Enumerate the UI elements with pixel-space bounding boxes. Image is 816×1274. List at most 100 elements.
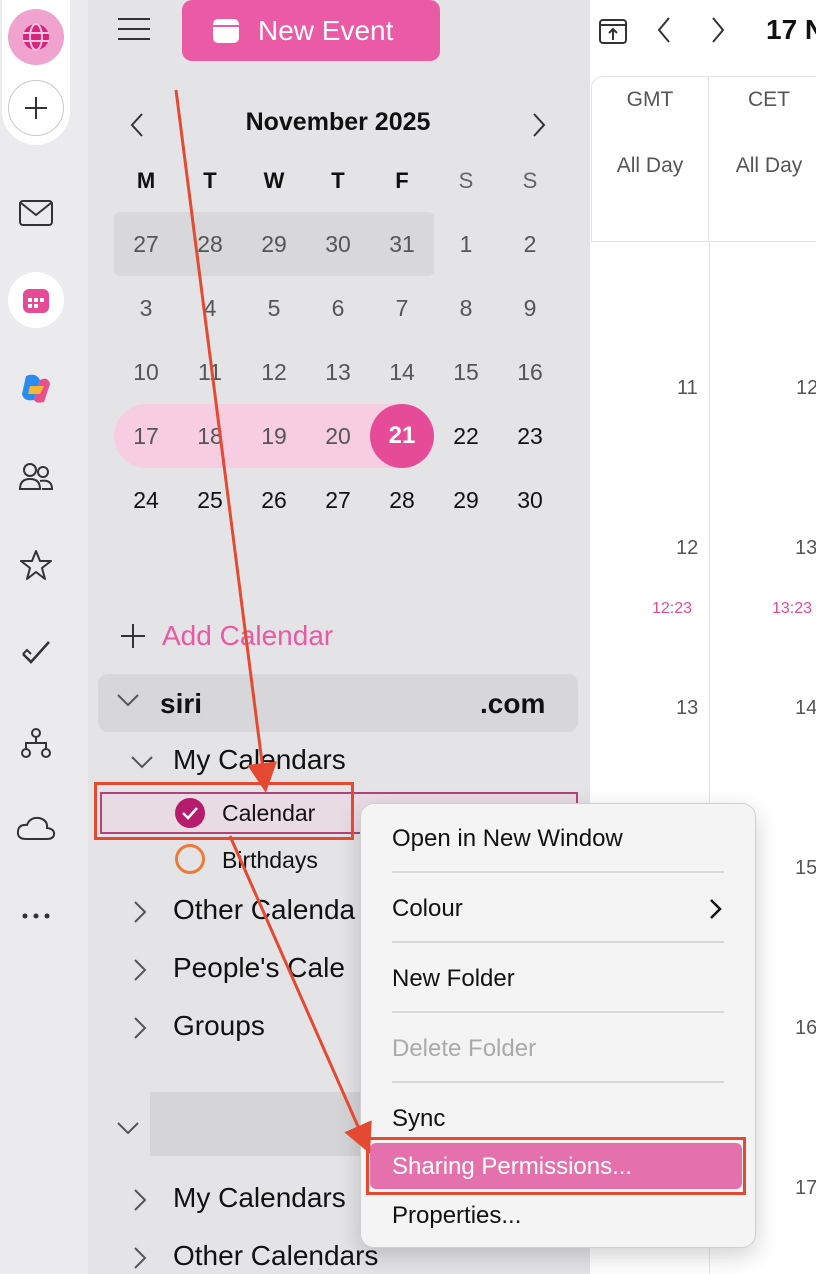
hour-label: 14 (795, 697, 816, 719)
mini-calendar-day[interactable]: 6 (313, 283, 363, 333)
mini-calendar-day[interactable]: 17 (121, 411, 171, 461)
mini-calendar-day[interactable]: 30 (505, 475, 555, 525)
chevron-right-icon[interactable] (132, 1016, 148, 1045)
mini-calendar-day[interactable]: 24 (121, 475, 171, 525)
mini-calendar-day[interactable]: 15 (441, 347, 491, 397)
add-account-icon[interactable] (8, 80, 64, 136)
mini-calendar-day[interactable]: 25 (185, 475, 235, 525)
current-time-label: 13:23 (772, 600, 813, 617)
menu-item-properties[interactable]: Properties... (392, 1202, 521, 1230)
plus-icon (121, 624, 145, 648)
new-event-button[interactable]: New Event (182, 0, 440, 61)
menu-item-delete-folder: Delete Folder (392, 1035, 537, 1062)
mail-icon[interactable] (8, 185, 64, 241)
all-day-label: All Day (616, 154, 684, 177)
mini-calendar-day[interactable]: 5 (249, 283, 299, 333)
menu-item-colour[interactable]: Colour (392, 895, 463, 923)
mini-calendar-month-title: November 2025 (245, 108, 431, 136)
hamburger-menu-icon[interactable] (116, 14, 152, 44)
mini-calendar-day[interactable]: 4 (185, 283, 235, 333)
submenu-chevron-icon (708, 898, 722, 925)
hour-label: 13 (676, 697, 699, 719)
chevron-right-icon[interactable] (132, 958, 148, 987)
my-calendars-group[interactable]: My Calendars (173, 744, 346, 776)
copilot-icon[interactable] (8, 360, 64, 416)
share-tray-icon[interactable] (598, 15, 628, 50)
chevron-right-icon[interactable] (132, 900, 148, 929)
chevron-down-icon[interactable] (116, 692, 140, 713)
chevron-right-icon[interactable] (132, 1246, 148, 1274)
mini-calendar-day[interactable]: 30 (313, 219, 363, 269)
chevron-down-icon[interactable] (130, 754, 154, 775)
menu-item-sync[interactable]: Sync (392, 1105, 445, 1133)
annotation-box-sharing (366, 1137, 746, 1195)
mini-calendar-day[interactable]: 28 (185, 219, 235, 269)
annotation-box-calendar (94, 782, 354, 840)
star-icon[interactable] (8, 537, 64, 593)
mini-calendar-day[interactable]: 23 (505, 411, 555, 461)
hour-label: 15 (795, 857, 816, 879)
mini-calendar-day[interactable]: 27 (121, 219, 171, 269)
birthdays-color-circle-icon[interactable] (175, 844, 205, 874)
mini-calendar-day[interactable]: 18 (185, 411, 235, 461)
weekday-label: T (331, 168, 345, 193)
mini-calendar-day[interactable]: 12 (249, 347, 299, 397)
weekday-label: W (263, 168, 285, 193)
hour-label: 12 (796, 377, 816, 399)
org-chart-icon[interactable] (8, 715, 64, 771)
mini-calendar-day[interactable]: 1 (441, 219, 491, 269)
weekday-label: S (522, 168, 538, 193)
chevron-right-icon[interactable] (132, 1188, 148, 1217)
new-event-icon (213, 18, 239, 43)
globe-icon[interactable] (8, 9, 64, 65)
mini-calendar-day[interactable]: 31 (377, 219, 427, 269)
hour-label: 12 (676, 537, 699, 559)
hour-label: 16 (795, 1017, 816, 1039)
add-calendar-label: Add Calendar (162, 620, 334, 651)
mini-calendar-day[interactable]: 13 (313, 347, 363, 397)
menu-item-new-folder[interactable]: New Folder (392, 965, 515, 993)
mini-calendar-day[interactable]: 3 (121, 283, 171, 333)
peoples-calendars-group[interactable]: People's Cale (173, 952, 345, 984)
mini-calendar-day[interactable]: 29 (441, 475, 491, 525)
todo-check-icon[interactable] (8, 624, 64, 680)
mini-calendar-day[interactable]: 2 (505, 219, 555, 269)
menu-separator (392, 941, 724, 943)
mini-calendar-today[interactable]: 21 (370, 404, 434, 468)
mini-calendar-day[interactable]: 19 (249, 411, 299, 461)
mini-calendar-day[interactable]: 29 (249, 219, 299, 269)
current-time-label: 12:23 (652, 600, 693, 617)
new-event-label: New Event (258, 14, 394, 46)
mini-calendar-day[interactable]: 27 (313, 475, 363, 525)
mini-calendar-day[interactable]: 11 (185, 347, 235, 397)
mini-calendar-day[interactable]: 10 (121, 347, 171, 397)
add-calendar-button[interactable]: Add Calendar (120, 618, 333, 654)
weekday-label: S (458, 168, 474, 193)
other-calendars-group[interactable]: Other Calenda (173, 894, 355, 926)
prev-month-icon[interactable] (122, 110, 152, 140)
menu-item-open-new-window[interactable]: Open in New Window (392, 825, 623, 853)
mini-calendar-day[interactable]: 8 (441, 283, 491, 333)
previous-period-icon[interactable] (656, 16, 672, 49)
birthdays-item-label[interactable]: Birthdays (222, 847, 318, 874)
mini-calendar-day[interactable]: 26 (249, 475, 299, 525)
groups-group[interactable]: Groups (173, 1010, 265, 1042)
other-calendars-group-2[interactable]: Other Calendars (173, 1240, 378, 1272)
menu-separator (392, 1011, 724, 1013)
account-header-redacted[interactable] (150, 1092, 360, 1156)
chevron-down-icon[interactable] (116, 1120, 140, 1141)
mini-calendar-day[interactable]: 9 (505, 283, 555, 333)
mini-calendar-day[interactable]: 7 (377, 283, 427, 333)
more-icon[interactable] (8, 888, 64, 944)
mini-calendar-day[interactable]: 28 (377, 475, 427, 525)
people-icon[interactable] (8, 448, 64, 504)
mini-calendar-day[interactable]: 22 (441, 411, 491, 461)
my-calendars-group-2[interactable]: My Calendars (173, 1182, 346, 1214)
mini-calendar-day[interactable]: 20 (313, 411, 363, 461)
cloud-icon[interactable] (8, 800, 64, 856)
next-month-icon[interactable] (524, 110, 554, 140)
mini-calendar-day[interactable]: 16 (505, 347, 555, 397)
mini-calendar-day[interactable]: 14 (377, 347, 427, 397)
next-period-icon[interactable] (710, 16, 726, 49)
calendar-icon[interactable] (8, 272, 64, 328)
